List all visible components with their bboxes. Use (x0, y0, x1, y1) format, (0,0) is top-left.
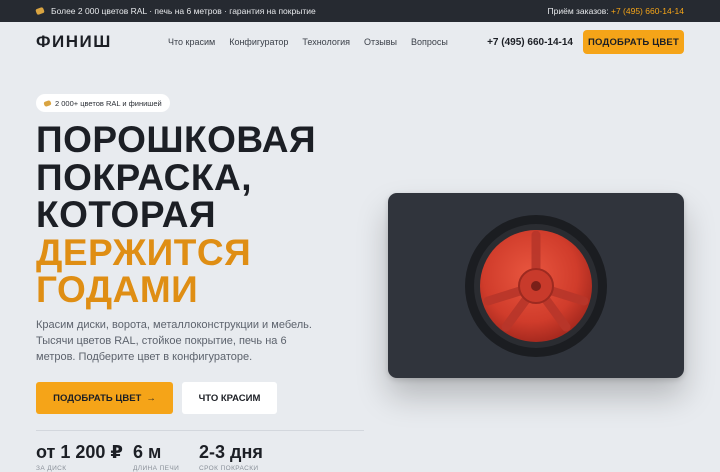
stat-label: ЗА ДИСК (36, 465, 67, 472)
header-pick-color-button[interactable]: ПОДОБРАТЬ ЦВЕТ (583, 30, 684, 54)
promo-text: Более 2 000 цветов RAL · печь на 6 метро… (51, 6, 316, 16)
hero-pick-color-button[interactable]: ПОДОБРАТЬ ЦВЕТ → (36, 382, 173, 414)
wheel-showcase-panel (388, 193, 684, 378)
nav-item-configurator[interactable]: Конфигуратор (229, 37, 288, 47)
hero-title-accent-line: ГОДАМИ (36, 269, 199, 310)
hero-stats: от 1 200 ₽ ЗА ДИСК 6 м ДЛИНА ПЕЧИ 2-3 дн… (36, 441, 263, 472)
hero-title-line: ПОКРАСКА, (36, 156, 252, 198)
logo[interactable]: ФИНИШ (36, 32, 168, 52)
orders-info: Приём заказов: +7 (495) 660-14-14 (548, 6, 684, 16)
nav-item-reviews[interactable]: Отзывы (364, 37, 397, 47)
orders-label: Приём заказов: (547, 6, 609, 16)
stat-item: от 1 200 ₽ ЗА ДИСК (36, 441, 133, 472)
stat-label: ДЛИНА ПЕЧИ (133, 465, 180, 472)
hero-title-line: ПОРОШКОВАЯ (36, 119, 317, 160)
hero-badge-text: 2 000+ цветов RAL и финишей (55, 98, 162, 108)
main-nav: Что красим Конфигуратор Технология Отзыв… (168, 37, 448, 47)
top-info-bar: Более 2 000 цветов RAL · печь на 6 метро… (0, 0, 720, 22)
header-phone-link[interactable]: +7 (495) 660-14-14 (487, 37, 573, 48)
promo-info: Более 2 000 цветов RAL · печь на 6 метро… (35, 6, 316, 16)
nav-item-technology[interactable]: Технология (302, 37, 350, 47)
hero-title-line: КОТОРАЯ (36, 194, 217, 235)
site-header: ФИНИШ Что красим Конфигуратор Технология… (0, 22, 720, 62)
nav-item-faq[interactable]: Вопросы (411, 37, 448, 47)
hero-title: ПОРОШКОВАЯ ПОКРАСКА, КОТОРАЯ ДЕРЖИТСЯ ГО… (36, 121, 316, 309)
arrow-right-icon: → (146, 392, 156, 404)
paint-palette-icon (43, 99, 52, 107)
hero-pick-color-label: ПОДОБРАТЬ ЦВЕТ (53, 392, 142, 404)
wheel-center-cap (531, 281, 541, 291)
stat-item: 2-3 дня СРОК ПОКРАСКИ (199, 441, 263, 472)
stat-label: СРОК ПОКРАСКИ (199, 465, 259, 472)
wheel-illustration (465, 215, 607, 357)
nav-item-what-we-paint[interactable]: Что красим (168, 37, 215, 47)
stat-value: 2-3 дня (199, 442, 263, 462)
stat-value: 6 м (133, 442, 162, 462)
hero-title-accent-line: ДЕРЖИТСЯ (36, 231, 252, 273)
hero-badge: 2 000+ цветов RAL и финишей (36, 94, 170, 112)
stats-divider (36, 430, 364, 431)
stat-item: 6 м ДЛИНА ПЕЧИ (133, 441, 199, 472)
stat-value: от 1 200 ₽ (36, 442, 123, 462)
hero-what-we-paint-button[interactable]: ЧТО КРАСИМ (182, 382, 277, 414)
hero-description: Красим диски, ворота, металлоконструкции… (36, 319, 312, 363)
paint-palette-icon (35, 6, 45, 16)
orders-phone-link[interactable]: +7 (495) 660-14-14 (611, 6, 684, 16)
